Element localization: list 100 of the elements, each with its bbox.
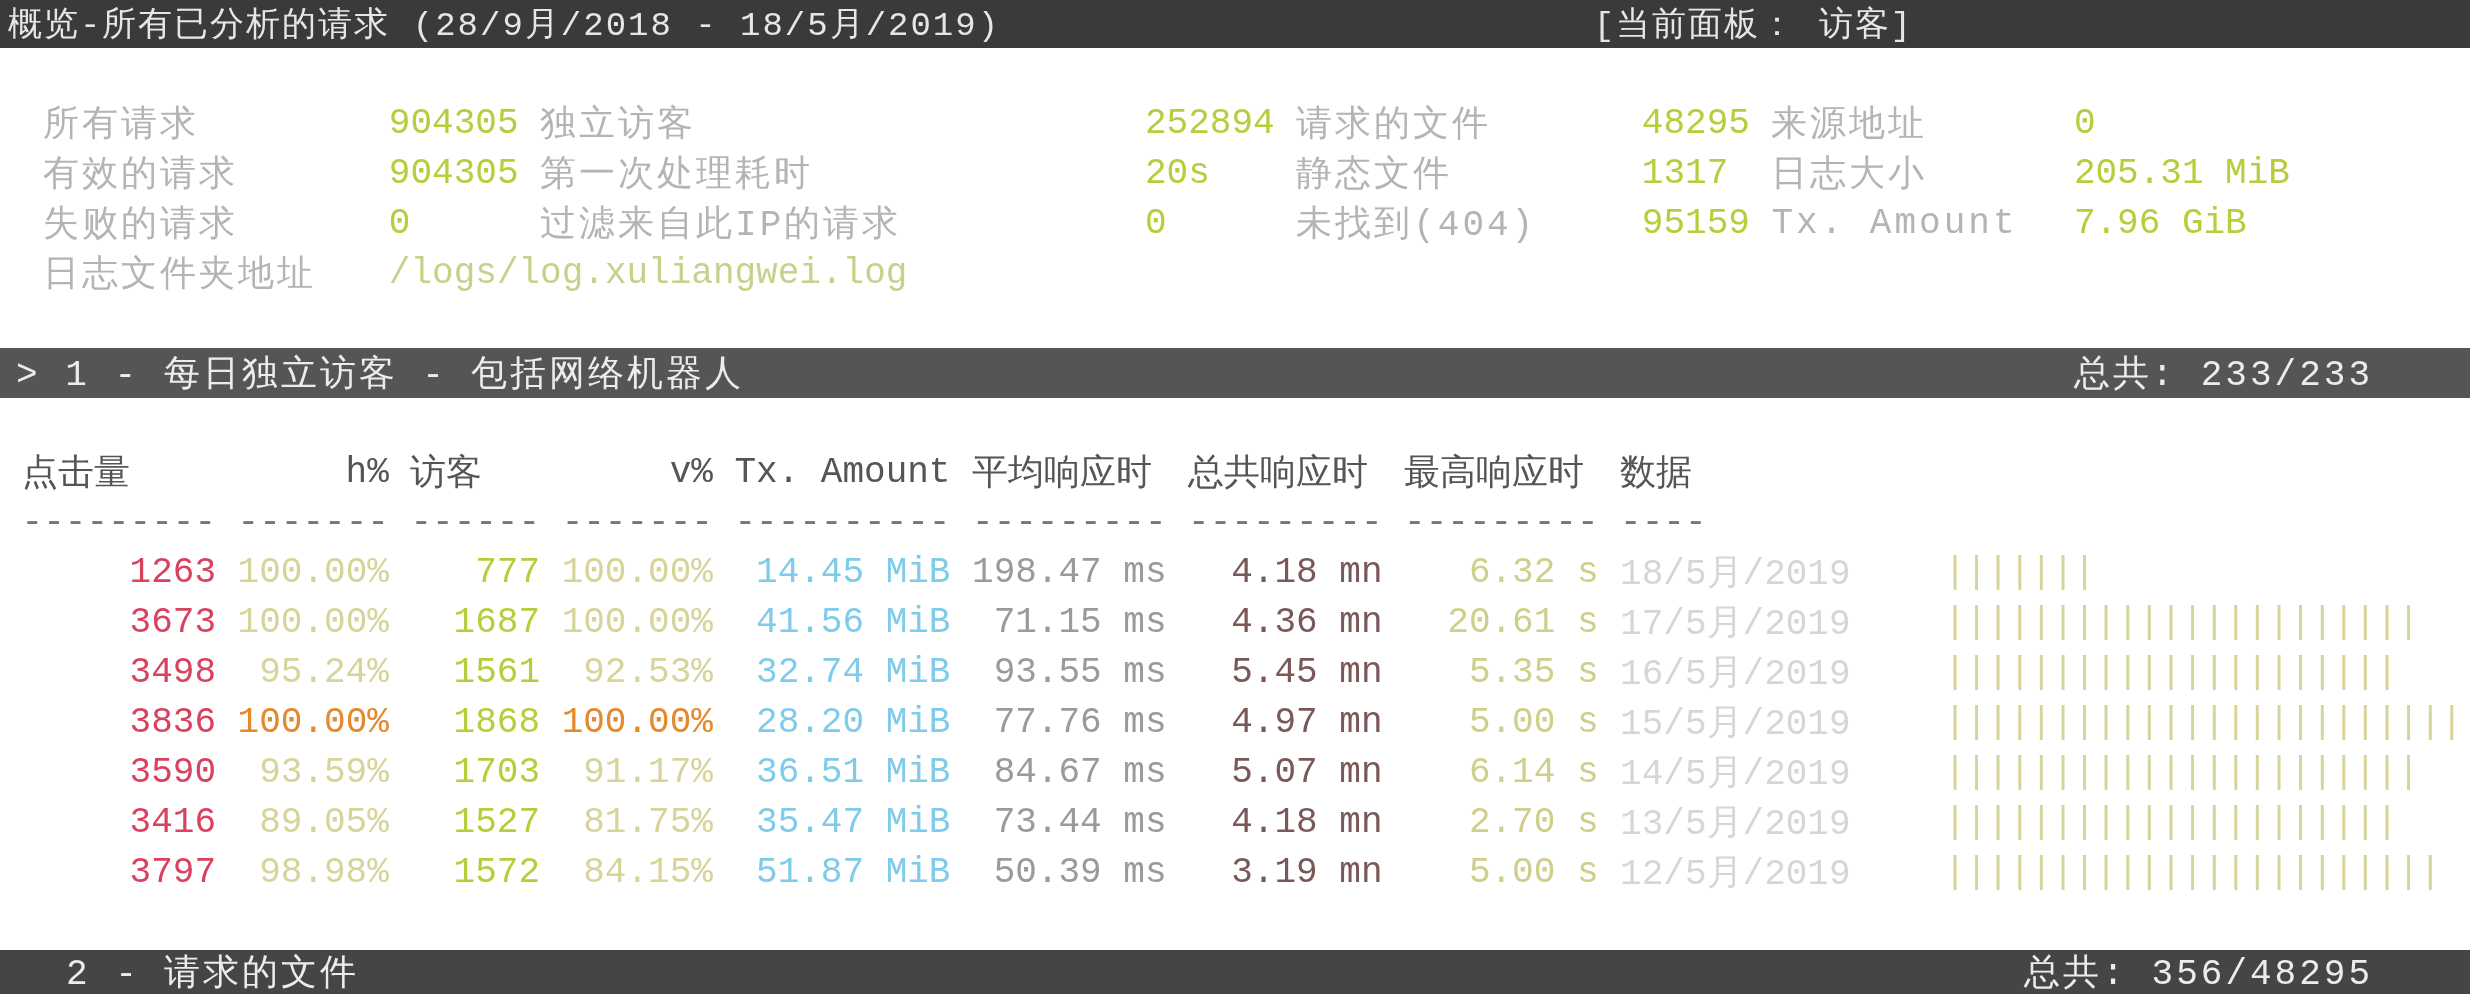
stat-label: 过滤来自此IP的请求 [540,203,903,248]
column-header: 平均响应时 [972,452,1154,497]
bar-text: ||||||||||||||||||||| [1944,651,2398,693]
column-header: 最高响应时 [1404,452,1586,497]
stat-label: 独立访客 [540,103,698,148]
table-cell-text: 4.97 mn [1230,701,1383,743]
stat-value: 95159 [1641,202,1751,244]
separator-dashes: --------- [1188,501,1383,543]
table-cell: 198.47 ms [972,551,1167,593]
table-cell: 100.00% [237,601,389,643]
separator-dashes: ------ [410,501,541,543]
table-cell-text: 1263 [128,551,216,593]
table-cell-text: 3.19 mn [1230,851,1383,893]
column-header: 点击量 [21,452,131,497]
table-cell-text: 98.98% [258,851,389,893]
column-header: 访客 [410,452,484,497]
table-cell-text: 50.39 ms [992,851,1167,893]
table-cell-text: 5.35 s [1467,651,1599,693]
stat-value: 1317 [1641,152,1730,194]
table-cell-text: 91.17% [582,751,713,793]
column-header: 数据 [1620,452,1694,497]
separator-dashes: ------- [237,501,389,543]
stat-value: 0 [2073,102,2097,144]
stat-value: 0 [388,202,412,244]
column-header: h% [344,451,389,493]
bar-text: ||||||||||||||||||||||| [1944,851,2442,893]
table-cell-text: 71.15 ms [992,601,1167,643]
stat-value: 48295 [1641,102,1751,144]
table-cell-text: 77.76 ms [992,701,1167,743]
table-cell-text: 1527 [452,801,541,843]
table-cell-text: 41.56 MiB [755,601,951,643]
table-cell-text: 4.36 mn [1230,601,1383,643]
stat-label: 日志文件夹地址 [43,253,318,298]
stat-label: 所有请求 [43,103,201,148]
table-cell-text: 777 [474,551,541,593]
bar-text: ||||||| [1944,551,2096,593]
panel-title: 2 - 请求的文件 [66,952,360,994]
separator-dashes: --------- [1404,501,1599,543]
panel-total: 总共: 356/48295 [2024,952,2373,994]
table-cell-text: 51.87 MiB [755,851,951,893]
table-cell-text: 14.45 MiB [755,551,951,593]
stat-value: 20s [1144,152,1211,194]
table-cell-text: 81.75% [582,801,713,843]
separator-dashes: --------- [21,501,216,543]
stat-label: 静态文件 [1296,153,1454,198]
table-cell-text: 84.15% [582,851,713,893]
table-cell-text: 3673 [128,601,216,643]
table-cell-text: 92.53% [582,651,713,693]
column-header: Tx. Amount [734,451,951,493]
table-cell-text: 5.45 mn [1230,651,1383,693]
table-cell-text: 36.51 MiB [755,751,951,793]
table-cell-text: 5.00 s [1467,701,1599,743]
bar-text: |||||||||||||||||||||||| [1944,701,2463,743]
table-cell-text: 93.59% [258,751,389,793]
stat-label: 请求的文件 [1296,103,1493,148]
table-cell-text: 4.18 mn [1230,801,1383,843]
table-cell-text: 2.70 s [1467,801,1599,843]
table-cell-text: 20.61 s [1446,601,1599,643]
table-cell-text: 1687 [452,601,541,643]
bar-text: |||||||||||||||||||||| [1944,751,2420,793]
table-cell-text: 84.67 ms [992,751,1167,793]
table-cell-text: 6.14 s [1467,751,1599,793]
separator-dashes: ------- [561,501,713,543]
table-cell-text: 5.00 s [1467,851,1599,893]
separator-dashes: ---- [1620,501,1708,543]
stat-value: 0 [1144,202,1168,244]
stat-label: Tx. Amount [1771,202,2019,244]
column-header: 总共响应时 [1188,452,1370,497]
stat-label: 失败的请求 [43,203,240,248]
bar-text: ||||||||||||||||||||| [1944,801,2398,843]
stat-label: 第一次处理耗时 [540,153,815,198]
panel-header[interactable]: > 1 - 每日独立访客 - 包括网络机器人 总共: 233/233 [0,348,2470,398]
table-cell-text: 1572 [452,851,541,893]
table-cell: 100.00% [237,551,389,593]
panel-header[interactable]: 2 - 请求的文件 总共: 356/48295 [0,950,2470,994]
stat-label: 来源地址 [1771,103,1929,148]
stat-value: 904305 [388,152,520,194]
stat-label: 日志大小 [1771,153,1929,198]
table-cell-text: 1703 [452,751,541,793]
stat-value: 205.31 MiB [2073,152,2291,194]
panel-indicator: [当前面板： 访客] [1593,5,1913,47]
stat-value: 7.96 GiB [2073,202,2248,244]
bar-text: |||||||||||||||||||||| [1944,601,2420,643]
table-cell-text: 3797 [128,851,216,893]
panel-total: 总共: 233/233 [2073,353,2373,398]
separator-dashes: ---------- [734,501,951,543]
table-cell-text: 28.20 MiB [755,701,951,743]
table-cell-text: 73.44 ms [992,801,1167,843]
stat-label: 有效的请求 [43,153,240,198]
stat-value: 252894 [1144,102,1276,144]
table-cell-text: 1868 [452,701,541,743]
table-cell-text: 89.05% [258,801,389,843]
table-cell-text: 3416 [128,801,216,843]
table-cell-text: 6.32 s [1467,551,1599,593]
table-cell-text: 95.24% [258,651,389,693]
table-cell-text: 32.74 MiB [755,651,951,693]
table-cell-text: 3836 [128,701,216,743]
stat-label: 未找到(404) [1296,203,1538,248]
table-cell-text: 93.55 ms [992,651,1167,693]
column-header: v% [668,451,713,493]
